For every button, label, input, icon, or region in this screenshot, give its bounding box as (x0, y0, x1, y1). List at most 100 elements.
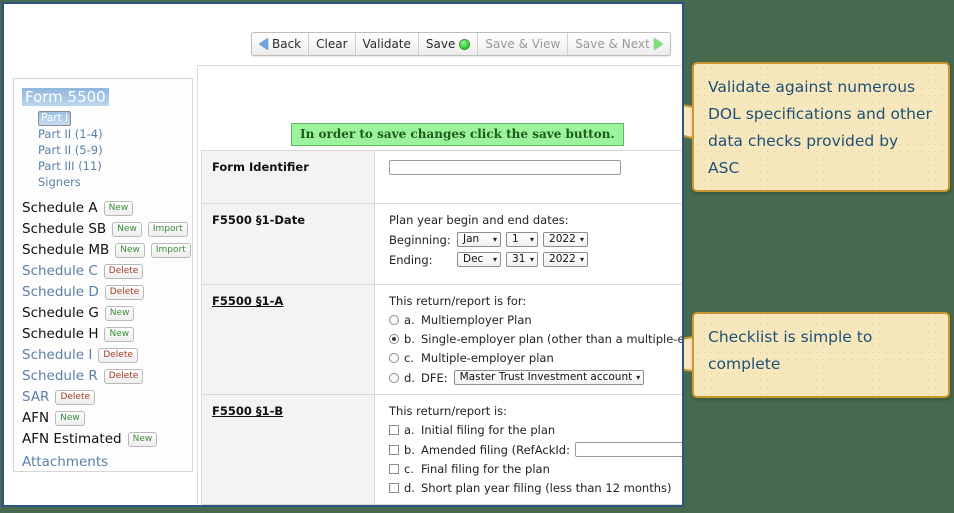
schedule-label: Schedule I (22, 347, 93, 363)
application-window: Back Clear Validate Save Save & View Sav… (2, 2, 684, 507)
ending-month-value: Dec (463, 253, 484, 265)
sidebar-item-part-ii-5-9[interactable]: Part II (5-9) (14, 142, 192, 158)
sidebar-item-schedule-r[interactable]: Schedule R Delete (22, 366, 192, 386)
table-row-dates: F5500 §1-Date Plan year begin and end da… (201, 203, 682, 285)
sidebar-item-part-i[interactable]: Part I (14, 106, 192, 126)
save-and-view-button[interactable]: Save & View (478, 33, 569, 55)
option-key: c. (404, 351, 414, 365)
callout-validate-text: Validate against numerous DOL specificat… (708, 78, 932, 177)
green-dot-icon (459, 38, 471, 50)
schedule-label: Schedule H (22, 326, 99, 342)
option-label: Short plan year filing (less than 12 mon… (421, 481, 672, 495)
radio-multiple-employer-plan[interactable] (389, 353, 399, 363)
schedule-label: Schedule D (22, 284, 99, 300)
ending-day-value: 31 (512, 253, 526, 265)
new-button[interactable]: New (104, 305, 135, 321)
section-a-intro-text: This return/report is for: (389, 294, 527, 308)
option-row-b[interactable]: b. Single-employer plan (other than a mu… (389, 332, 684, 346)
ending-month-select[interactable]: Dec ▾ (457, 252, 502, 267)
sidebar-item-schedule-g[interactable]: Schedule G New (22, 303, 192, 323)
sidebar-item-schedule-mb[interactable]: Schedule MB New Import (22, 240, 192, 260)
beginning-month-value: Jan (463, 233, 480, 245)
validate-button[interactable]: Validate (356, 33, 419, 55)
sidebar-item-part-ii-1-4[interactable]: Part II (1-4) (14, 126, 192, 142)
checkbox-final-filing[interactable] (389, 464, 399, 474)
ref-ack-id-input[interactable] (574, 442, 682, 457)
delete-button[interactable]: Delete (104, 284, 145, 300)
sidebar-item-attachments[interactable]: Attachments (22, 454, 192, 470)
checkbox-short-plan-year[interactable] (389, 483, 399, 493)
sidebar-item-form-5500[interactable]: Form 5500 (14, 87, 192, 106)
sidebar-item-schedule-i[interactable]: Schedule I Delete (22, 345, 192, 365)
form-navigation-sidebar: Form 5500 Part I Part II (1-4) Part II (… (13, 78, 193, 472)
delete-button[interactable]: Delete (103, 368, 144, 384)
checkbox-initial-filing[interactable] (389, 425, 399, 435)
radio-dfe[interactable] (389, 372, 399, 383)
sidebar-item-schedule-a[interactable]: Schedule A New (22, 198, 192, 218)
ending-year-select[interactable]: 2022 ▾ (543, 252, 589, 267)
schedule-label: AFN (22, 410, 50, 426)
beginning-month-select[interactable]: Jan ▾ (457, 232, 502, 247)
schedule-label: AFN Estimated (22, 431, 122, 447)
option-row-d[interactable]: d. DFE: Master Trust Investment account … (389, 370, 682, 385)
radio-single-employer-plan[interactable] (389, 334, 399, 344)
beginning-year-select[interactable]: 2022 ▾ (543, 232, 589, 247)
date-beginning-row: Beginning: Jan ▾ 1 ▾ 2022 ▾ (389, 232, 682, 247)
option-label: Single-employer plan (other than a multi… (421, 332, 684, 346)
schedule-label: SAR (22, 389, 50, 405)
row-field-cell (374, 150, 682, 204)
ending-day-select[interactable]: 31 ▾ (506, 252, 539, 267)
schedule-label: Schedule C (22, 263, 98, 279)
checkbox-amended-filing[interactable] (389, 444, 399, 455)
new-button[interactable]: New (103, 200, 134, 216)
beginning-day-value: 1 (512, 233, 519, 245)
delete-button[interactable]: Delete (103, 263, 144, 279)
radio-multiemployer-plan[interactable] (389, 315, 399, 325)
sidebar-sub-label: Part III (11) (38, 159, 102, 173)
import-button[interactable]: Import (147, 221, 188, 237)
sidebar-item-afn[interactable]: AFN New (22, 408, 192, 428)
option-row-initial-filing[interactable]: a. Initial filing for the plan (389, 423, 682, 437)
option-row-c[interactable]: c. Multiple-employer plan (389, 351, 682, 365)
delete-button[interactable]: Delete (98, 347, 138, 363)
form-toolbar: Back Clear Validate Save Save & View Sav… (251, 32, 671, 56)
option-row-amended-filing[interactable]: b. Amended filing (RefAckId: (389, 442, 682, 457)
new-button[interactable]: New (55, 410, 85, 426)
option-key: d. (404, 481, 415, 495)
save-and-next-button-label: Save & Next (575, 37, 650, 51)
sidebar-item-schedule-h[interactable]: Schedule H New (22, 324, 192, 344)
new-button[interactable]: New (127, 431, 158, 447)
back-button-label: Back (272, 37, 302, 51)
sidebar-item-schedule-c[interactable]: Schedule C Delete (22, 261, 192, 281)
clear-button[interactable]: Clear (309, 33, 356, 55)
option-row-short-plan-year[interactable]: d. Short plan year filing (less than 12 … (389, 481, 682, 495)
section-b-label: F5500 §1-B (212, 404, 284, 418)
new-button[interactable]: New (104, 326, 135, 342)
option-key: d. (404, 370, 415, 385)
sidebar-item-signers[interactable]: Signers (14, 174, 192, 190)
save-and-next-button[interactable]: Save & Next (568, 33, 669, 55)
dfe-type-select[interactable]: Master Trust Investment account ▾ (453, 370, 645, 385)
sidebar-item-part-iii-11[interactable]: Part III (11) (14, 158, 192, 174)
sidebar-sub-label: Part II (1-4) (38, 127, 103, 141)
sidebar-item-afn-estimated[interactable]: AFN Estimated New (22, 429, 192, 449)
option-row-final-filing[interactable]: c. Final filing for the plan (389, 462, 682, 476)
validate-button-label: Validate (362, 37, 411, 51)
form-identifier-input[interactable] (389, 160, 621, 175)
sidebar-item-sar[interactable]: SAR Delete (22, 387, 192, 407)
row-label-cell: F5500 §1-A (201, 284, 375, 395)
chevron-down-icon: ▾ (580, 235, 585, 244)
beginning-day-select[interactable]: 1 ▾ (506, 232, 539, 247)
new-button[interactable]: New (112, 221, 142, 237)
sidebar-item-schedule-sb[interactable]: Schedule SB New Import (22, 219, 192, 239)
new-button[interactable]: New (115, 242, 145, 258)
back-button[interactable]: Back (252, 33, 310, 55)
delete-button[interactable]: Delete (55, 389, 96, 405)
option-key: a. (404, 313, 415, 327)
import-button[interactable]: Import (150, 242, 191, 258)
save-button[interactable]: Save (419, 33, 479, 55)
date-section-label: F5500 §1-Date (212, 213, 305, 227)
option-row-a[interactable]: a. Multiemployer Plan (389, 313, 682, 327)
save-and-view-button-label: Save & View (485, 37, 561, 51)
sidebar-item-schedule-d[interactable]: Schedule D Delete (22, 282, 192, 302)
